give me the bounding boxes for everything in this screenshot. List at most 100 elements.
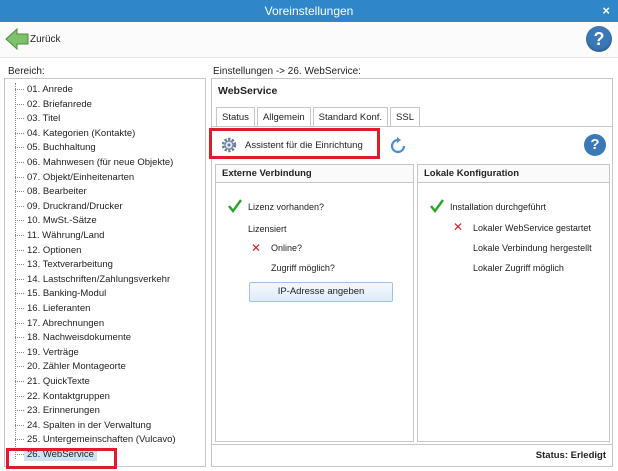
tree-item-label: 05. Buchhaltung [27,142,96,154]
tree-item[interactable]: 15. Banking-Modul [5,287,205,300]
tree-branch-line [15,293,24,295]
tree-item-label: 19. Verträge [27,346,79,358]
tree-branch-line [15,162,24,163]
tree-item-label: 10. MwSt.-Sätze [27,215,97,227]
tree-item[interactable]: 22. Kontaktgruppen [5,390,205,403]
refresh-icon[interactable] [388,136,408,156]
tree-item-label: 08. Bearbeiter [27,186,87,198]
tree-item-label: 07. Objekt/Einheitenarten [27,171,135,183]
tree-item-label: 25. Untergemeinschaften (Vulcavo) [27,434,176,446]
tree-item[interactable]: 10. MwSt.-Sätze [5,214,205,227]
tab-standard-konf[interactable]: Standard Konf. [312,107,389,127]
window-title: Voreinstellungen [264,4,354,18]
tab-status[interactable]: Status [216,107,255,127]
tree-branch-line [15,205,24,207]
assistant-highlight-frame [209,128,380,159]
back-arrow-icon [5,28,29,50]
tree-item[interactable]: 03. Titel [5,112,205,125]
access-status: Zugriff möglich? [271,263,335,273]
license-status: Lizenz vorhanden? [248,202,325,212]
status-bar: Status: Erledigt [212,444,612,466]
tree-item[interactable]: 13. Textverarbeitung [5,258,205,271]
tree-item[interactable]: 14. Lastschriften/Zahlungsverkehr [5,273,205,286]
tree-item[interactable]: 04. Kategorien (Kontakte) [5,127,205,140]
help-icon[interactable]: ? [586,26,612,52]
tree-branch-line [15,439,24,441]
tree-item-label: 23. Erinnerungen [27,405,100,417]
panel-help-icon[interactable]: ? [584,134,606,156]
tree-branch-line [15,351,24,353]
tree-item-label: 18. Nachweisdokumente [27,332,132,344]
tree-item-label: 24. Spalten in der Verwaltung [27,419,152,431]
status-text: Status: Erledigt [535,450,606,461]
tab-allgemein[interactable]: Allgemein [256,107,311,127]
tree-branch-line [15,191,24,193]
tree-branch-line [15,103,24,105]
tree-item[interactable]: 20. Zähler Montageorte [5,360,205,373]
licensed-status: Lizensiert [248,224,287,234]
tree-item[interactable]: 24. Spalten in der Verwaltung [5,419,205,432]
tab-ssl[interactable]: SSL [390,107,421,127]
tree-item[interactable]: 23. Erinnerungen [5,404,205,417]
title-bar: Voreinstellungen × [0,0,618,22]
tree-branch-line [15,308,24,309]
tree-item-label: 13. Textverarbeitung [27,259,113,271]
panel-title: WebService [218,85,278,97]
tree-branch-line [15,322,24,324]
ip-address-button[interactable]: IP-Adresse angeben [249,282,393,302]
local-heading: Lokale Konfiguration [418,165,609,183]
tree-item[interactable]: 06. Mahnwesen (für neue Objekte) [5,156,205,169]
tree-branch-line [15,424,24,426]
tree-item[interactable]: 18. Nachweisdokumente [5,331,205,344]
tree-item-label: 22. Kontaktgruppen [27,390,110,402]
tree-branch-line [15,235,24,236]
tree-item[interactable]: 09. Druckrand/Drucker [5,200,205,213]
tree-item[interactable]: 19. Verträge [5,346,205,359]
tree-branch-line [15,366,24,368]
cross-icon: ✕ [251,241,262,255]
tree-branch-line [15,381,24,382]
selection-highlight-frame [6,448,117,469]
tree-item-label: 09. Druckrand/Drucker [27,200,123,212]
tree-item-label: 02. Briefanrede [27,98,92,110]
tree-item[interactable]: 05. Buchhaltung [5,141,205,154]
tree-branch-line [15,264,24,266]
tree-item-label: 14. Lastschriften/Zahlungsverkehr [27,273,171,285]
tree-item[interactable]: 02. Briefanrede [5,98,205,111]
tree-item[interactable]: 12. Optionen [5,244,205,257]
tree-item-label: 01. Anrede [27,84,73,95]
install-status: Installation durchgeführt [450,202,547,212]
check-icon [430,199,444,213]
tree-branch-line [15,395,24,397]
settings-tree: 01. Anrede 02. Briefanrede 03. Titel 04. Ka… [4,78,206,467]
external-connection-box: Externe Verbindung Lizenz vorhanden? Liz… [215,164,414,442]
tab-divider [212,126,612,127]
tree-item-label: 21. QuickTexte [27,376,90,387]
tree-item-label: 03. Titel [27,113,61,125]
tree-item-label: 16. Lieferanten [27,303,91,314]
online-status: Online? [271,243,303,253]
tree-item[interactable]: 07. Objekt/Einheitenarten [5,171,205,184]
back-label: Zurück [30,33,61,45]
tree-branch-line [15,132,24,134]
tree-item-label: 17. Abrechnungen [27,317,105,329]
external-heading: Externe Verbindung [216,165,413,183]
tree-item[interactable]: 25. Untergemeinschaften (Vulcavo) [5,433,205,446]
tree-item[interactable]: 11. Währung/Land [5,229,205,242]
close-icon[interactable]: × [602,3,610,18]
tree-item[interactable]: 21. QuickTexte [5,375,205,388]
tree-item-label: 12. Optionen [27,244,82,256]
local-access-status: Lokaler Zugriff möglich [473,263,564,273]
tree-item[interactable]: 01. Anrede [5,83,205,96]
back-button[interactable]: Zurück [5,28,61,50]
tab-bar: Status Allgemein Standard Konf. SSL [216,107,422,127]
tree-branch-line [15,410,24,412]
tree-branch-line [15,249,24,251]
toolbar: Zurück ? [0,22,618,58]
tree-item-label: 15. Banking-Modul [27,288,107,300]
tree-branch-line [15,337,24,339]
tree-branch-line [15,89,24,90]
tree-item[interactable]: 08. Bearbeiter [5,185,205,198]
tree-item[interactable]: 16. Lieferanten [5,302,205,315]
tree-item[interactable]: 17. Abrechnungen [5,317,205,330]
